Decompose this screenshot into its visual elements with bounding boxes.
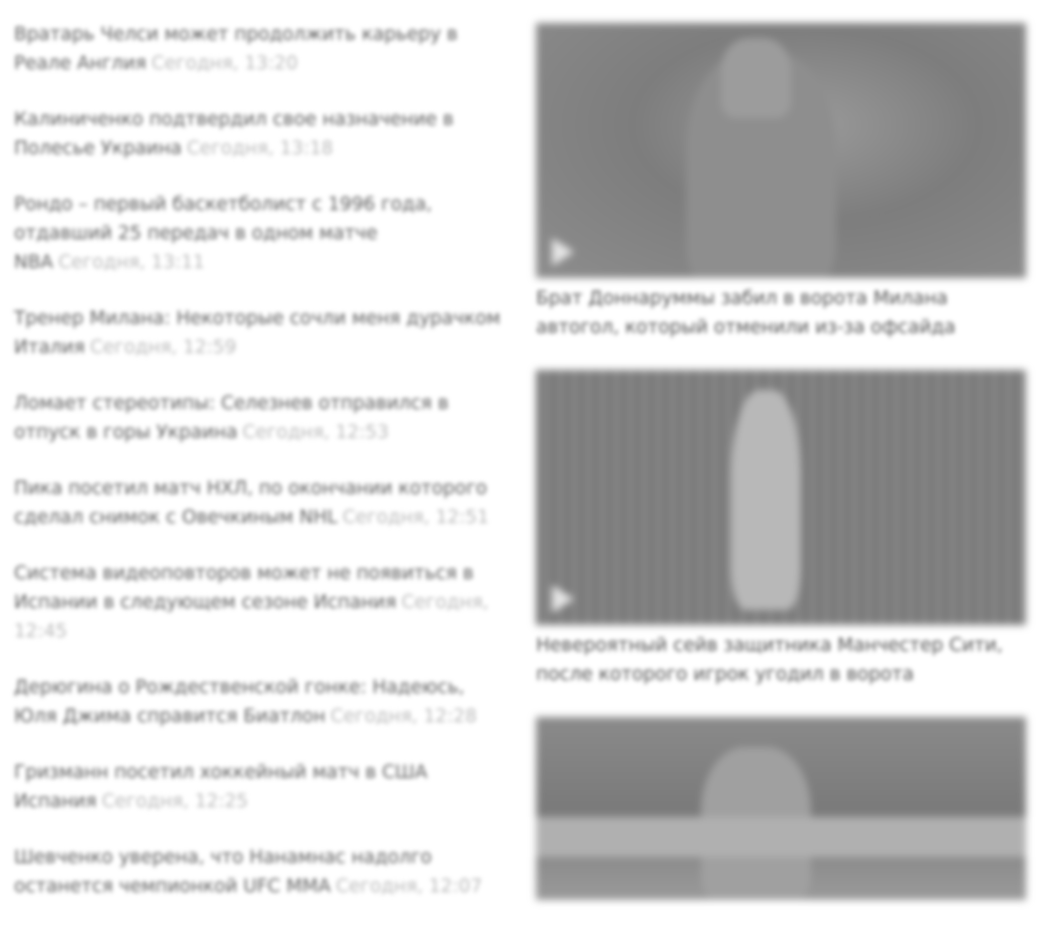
video-card[interactable]: Невероятный сейв защитника Манчестер Сит…: [536, 370, 1026, 689]
news-time: Сегодня, 12:53: [242, 422, 389, 443]
news-item[interactable]: Рондо – первый баскетболист с 1996 года,…: [14, 190, 510, 277]
video-thumbnail[interactable]: [536, 717, 1026, 900]
news-time: Сегодня, 12:59: [89, 337, 237, 358]
news-time: Сегодня, 12:07: [335, 876, 483, 897]
video-thumbnail[interactable]: [536, 23, 1026, 278]
news-time: Сегодня, 13:20: [151, 53, 298, 74]
news-item[interactable]: Система видеоповторов может не появиться…: [14, 559, 510, 646]
news-item[interactable]: Вратарь Челси может продолжить карьеру в…: [14, 20, 510, 78]
news-item[interactable]: Дерюгина о Рождественской гонке: Надеюсь…: [14, 673, 510, 731]
video-caption[interactable]: Невероятный сейв защитника Манчестер Сит…: [536, 631, 1026, 689]
news-time: Сегодня, 12:25: [101, 791, 249, 812]
news-item[interactable]: Тренер Милана: Некоторые сочли меня дура…: [14, 304, 510, 362]
video-caption[interactable]: Брат Доннаруммы забил в ворота Милана ав…: [536, 284, 1026, 342]
news-item[interactable]: Гризманн посетил хоккейный матч в США Ис…: [14, 758, 510, 816]
news-headline[interactable]: Тренер Милана: Некоторые сочли меня дура…: [14, 308, 501, 358]
video-thumbnail[interactable]: [536, 370, 1026, 625]
news-item[interactable]: Шевченко уверена, что Нанамнас надолго о…: [14, 843, 510, 901]
news-time: Сегодня, 12:51: [342, 507, 489, 528]
video-card[interactable]: Брат Доннаруммы забил в ворота Милана ав…: [536, 23, 1026, 342]
play-icon[interactable]: [552, 238, 574, 266]
news-item[interactable]: Ломает стереотипы: Селезнев отправился в…: [14, 389, 510, 447]
video-card[interactable]: [536, 717, 1026, 900]
news-time: Сегодня, 13:11: [58, 252, 205, 273]
news-item[interactable]: Калиниченко подтвердил свое назначение в…: [14, 105, 510, 163]
news-feed: Вратарь Челси может продолжить карьеру в…: [14, 20, 510, 928]
news-item[interactable]: Пика посетил матч НХЛ, по окончании кото…: [14, 474, 510, 532]
play-icon[interactable]: [552, 585, 574, 613]
video-column: Брат Доннаруммы забил в ворота Милана ав…: [536, 23, 1026, 928]
news-time: Сегодня, 12:28: [330, 706, 477, 727]
news-time: Сегодня, 13:18: [186, 138, 334, 159]
